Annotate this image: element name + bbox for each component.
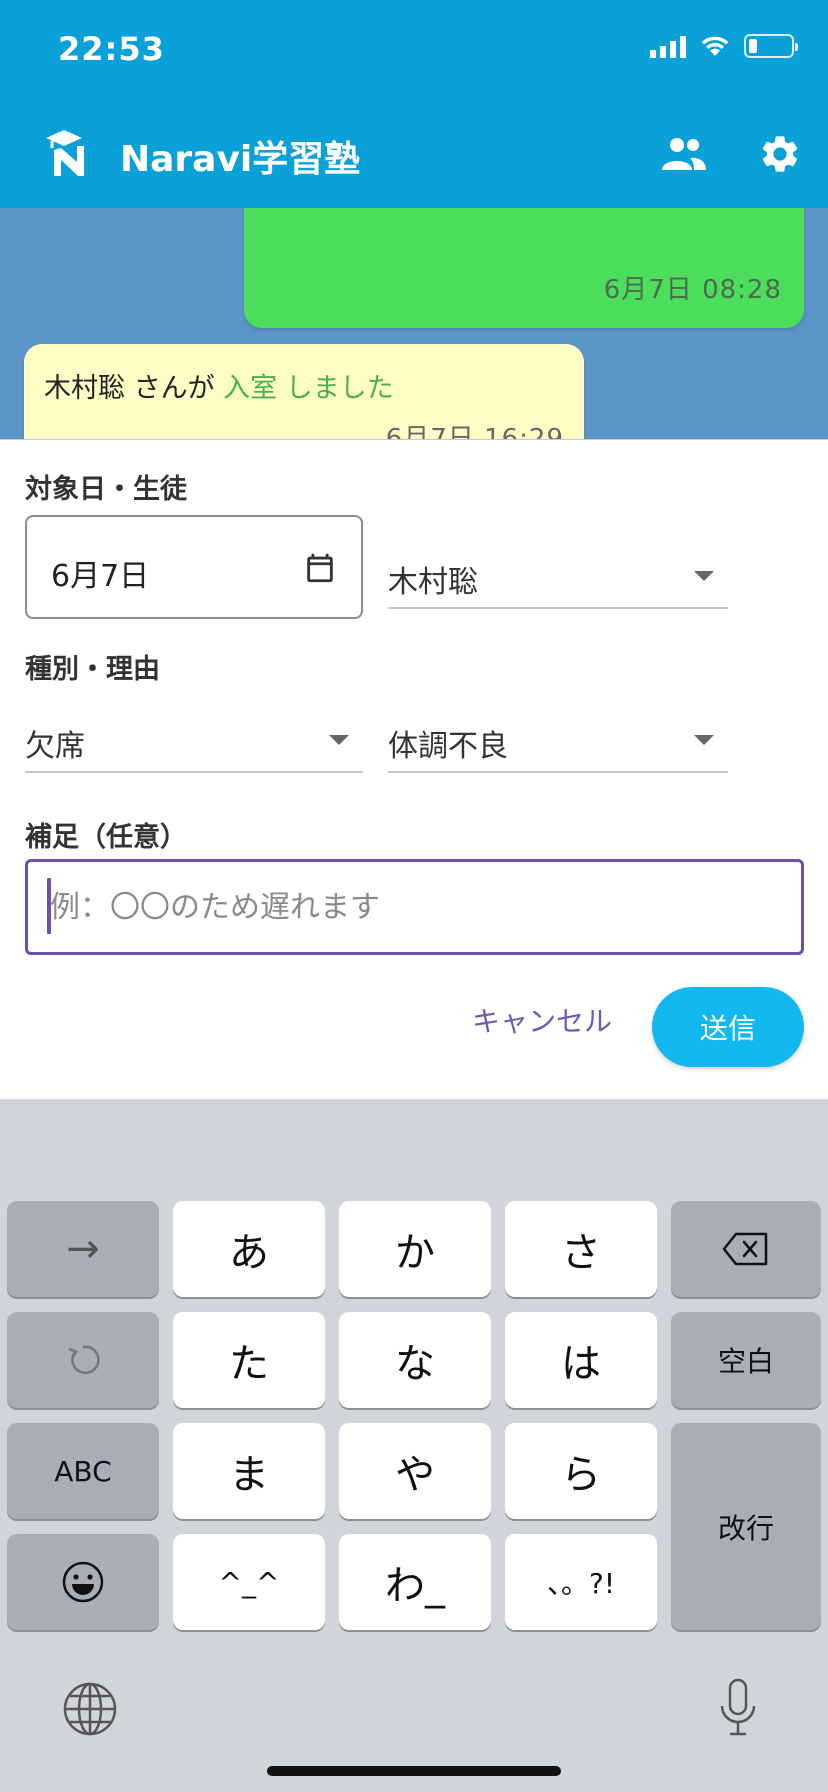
key-ma[interactable]: ま [173,1423,325,1519]
target-label: 対象日・生徒 [25,474,187,505]
key-ka[interactable]: か [339,1201,491,1297]
app-title: Naravi学習塾 [120,139,361,180]
status-time: 22:53 [58,30,165,68]
key-punctuation[interactable]: 、。?! [505,1534,657,1630]
incoming-message: 木村聡 さんが 入室 しました 6月7日 16:29 [24,344,584,440]
space-key[interactable]: 空白 [671,1312,821,1408]
reason-select[interactable]: 体調不良 [388,703,728,773]
emoji-key[interactable] [7,1534,159,1630]
undo-icon [68,1345,100,1374]
key-na[interactable]: な [339,1312,491,1408]
undo-key[interactable] [7,1312,159,1408]
globe-button[interactable] [60,1679,120,1739]
type-label: 種別・理由 [25,654,160,685]
header: 22:53 Naravi学習塾 [0,0,828,208]
globe-icon [63,1682,117,1736]
abc-key[interactable]: ABC [7,1423,159,1519]
outgoing-message: 6月7日 08:28 [244,208,804,328]
status-bar: 22:53 [0,0,828,100]
send-button[interactable]: 送信 [652,987,804,1067]
message-timestamp: 6月7日 08:28 [603,275,782,305]
cellular-signal-icon [650,34,686,58]
key-ta[interactable]: た [173,1312,325,1408]
attendance-form: 対象日・生徒 6月7日 木村聡 種別・理由 欠席 体調不良 補足（任意） キャン… [0,441,828,1099]
status-icons [650,34,798,58]
kana-keyboard: → あ か さ た な は 空白 ABC ま や ら 改行 ^_^ わ_ 、。?… [0,1099,828,1792]
message-text: 木村聡 さんが 入室 しました [44,366,394,405]
student-select[interactable]: 木村聡 [388,539,728,609]
text-cursor [47,878,51,934]
student-value: 木村聡 [388,565,478,600]
delete-icon [722,1232,768,1266]
message-action: 入室 しました [223,373,394,404]
key-ya[interactable]: や [339,1423,491,1519]
key-label: → [66,1226,100,1272]
chevron-down-icon [694,571,714,581]
cancel-button[interactable]: キャンセル [470,985,614,1055]
key-a[interactable]: あ [173,1201,325,1297]
calendar-icon[interactable] [303,551,337,585]
settings-button[interactable] [754,128,806,180]
wifi-icon [701,36,729,56]
return-key[interactable]: 改行 [671,1423,821,1630]
chevron-down-icon [329,735,349,745]
battery-icon [744,34,798,58]
date-picker-field[interactable]: 6月7日 [25,515,363,619]
message-timestamp: 6月7日 16:29 [385,424,564,440]
key-wa[interactable]: わ_ [339,1534,491,1630]
reason-value: 体調不良 [388,729,508,764]
naravi-logo-icon [46,130,84,176]
gear-icon [762,136,798,172]
type-value: 欠席 [25,729,85,764]
app-bar: Naravi学習塾 [0,104,828,200]
key-ra[interactable]: ら [505,1423,657,1519]
home-indicator[interactable] [267,1766,561,1776]
key-next-arrow[interactable]: → [7,1201,159,1297]
note-label: 補足（任意） [25,822,187,853]
key-kaomoji[interactable]: ^_^ [173,1534,325,1630]
microphone-icon [720,1678,756,1736]
chevron-down-icon [694,735,714,745]
type-select[interactable]: 欠席 [25,703,363,773]
key-ha[interactable]: は [505,1312,657,1408]
date-value: 6月7日 [51,559,150,594]
delete-key[interactable] [671,1201,821,1297]
people-icon [662,138,706,170]
emoji-icon [62,1561,104,1603]
dictation-button[interactable] [708,1675,768,1741]
members-button[interactable] [658,128,710,180]
message-student-name: 木村聡 さんが [44,373,224,404]
chat-log[interactable]: 6月7日 08:28 木村聡 さんが 入室 しました 6月7日 16:29 [0,208,828,440]
key-sa[interactable]: さ [505,1201,657,1297]
note-input[interactable] [25,859,804,955]
